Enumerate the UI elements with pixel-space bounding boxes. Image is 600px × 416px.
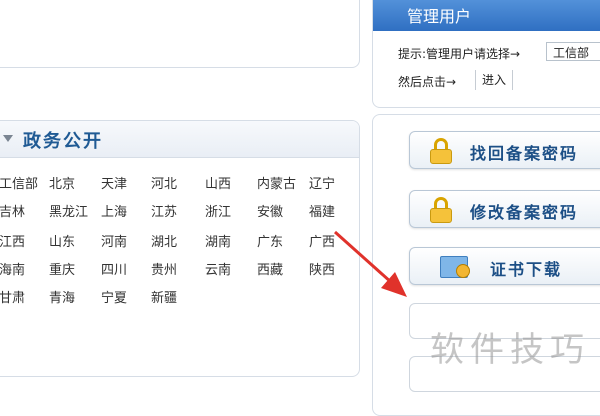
cert-download-label: 证书下载 xyxy=(490,260,563,279)
top-left-panel xyxy=(0,0,360,68)
province-link[interactable]: 吉林 xyxy=(0,201,25,220)
province-link[interactable]: 天津 xyxy=(101,173,127,192)
province-link[interactable]: 陕西 xyxy=(309,259,335,278)
certificate-icon xyxy=(440,254,470,278)
province-link[interactable]: 广东 xyxy=(257,231,283,250)
province-link[interactable]: 浙江 xyxy=(205,201,231,220)
province-link[interactable]: 江西 xyxy=(0,231,25,250)
province-link[interactable]: 河南 xyxy=(101,231,127,250)
gov-affairs-panel: 政务公开 工信部 北京 天津 河北 山西 内蒙古 辽宁吉林 黑龙江 上海 江苏 浙江 安徽 福建江西 山东… xyxy=(0,120,360,377)
hint-label: 提示:管理用户请选择→ xyxy=(398,47,521,61)
modify-password-button[interactable]: 修改备案密码 xyxy=(409,190,600,228)
province-link[interactable]: 山东 xyxy=(49,231,75,250)
province-link[interactable]: 内蒙古 xyxy=(257,173,296,192)
province-link[interactable]: 云南 xyxy=(205,259,231,278)
recover-password-label: 找回备案密码 xyxy=(470,144,579,163)
province-link[interactable]: 海南 xyxy=(0,259,25,278)
province-link[interactable]: 北京 xyxy=(49,173,75,192)
province-link[interactable]: 河北 xyxy=(151,173,177,192)
province-link[interactable]: 黑龙江 xyxy=(49,201,88,220)
province-link[interactable]: 湖北 xyxy=(151,231,177,250)
province-link[interactable]: 青海 xyxy=(49,287,75,306)
province-link[interactable]: 湖南 xyxy=(205,231,231,250)
then-click-label: 然后点击→ xyxy=(398,75,457,89)
province-link[interactable]: 江苏 xyxy=(151,201,177,220)
province-link[interactable]: 工信部 xyxy=(0,173,38,192)
admin-user-title: 管理用户 xyxy=(407,7,472,26)
admin-user-panel: 管理用户 提示:管理用户请选择→ 工信部 然后点击→ 进入 xyxy=(372,0,600,108)
lock-icon xyxy=(430,197,452,223)
province-link[interactable]: 广西 xyxy=(309,231,335,250)
province-link[interactable]: 上海 xyxy=(101,201,127,220)
admin-user-header: 管理用户 xyxy=(373,0,600,31)
watermark-text: 软件技巧 xyxy=(430,330,590,370)
province-link[interactable]: 西藏 xyxy=(257,259,283,278)
province-link[interactable]: 山西 xyxy=(205,173,231,192)
cert-download-button[interactable]: 证书下载 xyxy=(409,247,600,285)
enter-button[interactable]: 进入 xyxy=(475,70,514,90)
department-select[interactable]: 工信部 xyxy=(546,42,600,61)
province-link[interactable]: 宁夏 xyxy=(101,287,127,306)
province-link[interactable]: 安徽 xyxy=(257,201,283,220)
province-link[interactable]: 新疆 xyxy=(151,287,177,306)
province-link[interactable]: 四川 xyxy=(101,259,127,278)
gov-affairs-title: 政务公开 xyxy=(23,131,103,152)
province-link[interactable]: 甘肃 xyxy=(0,287,25,306)
triangle-down-icon xyxy=(3,135,13,142)
province-link[interactable]: 贵州 xyxy=(151,259,177,278)
modify-password-label: 修改备案密码 xyxy=(470,203,579,222)
province-link[interactable]: 福建 xyxy=(309,201,335,220)
province-link[interactable]: 辽宁 xyxy=(309,173,335,192)
gov-affairs-header: 政务公开 xyxy=(0,121,359,158)
recover-password-button[interactable]: 找回备案密码 xyxy=(409,131,600,169)
lock-icon xyxy=(430,138,452,164)
province-link[interactable]: 重庆 xyxy=(49,259,75,278)
